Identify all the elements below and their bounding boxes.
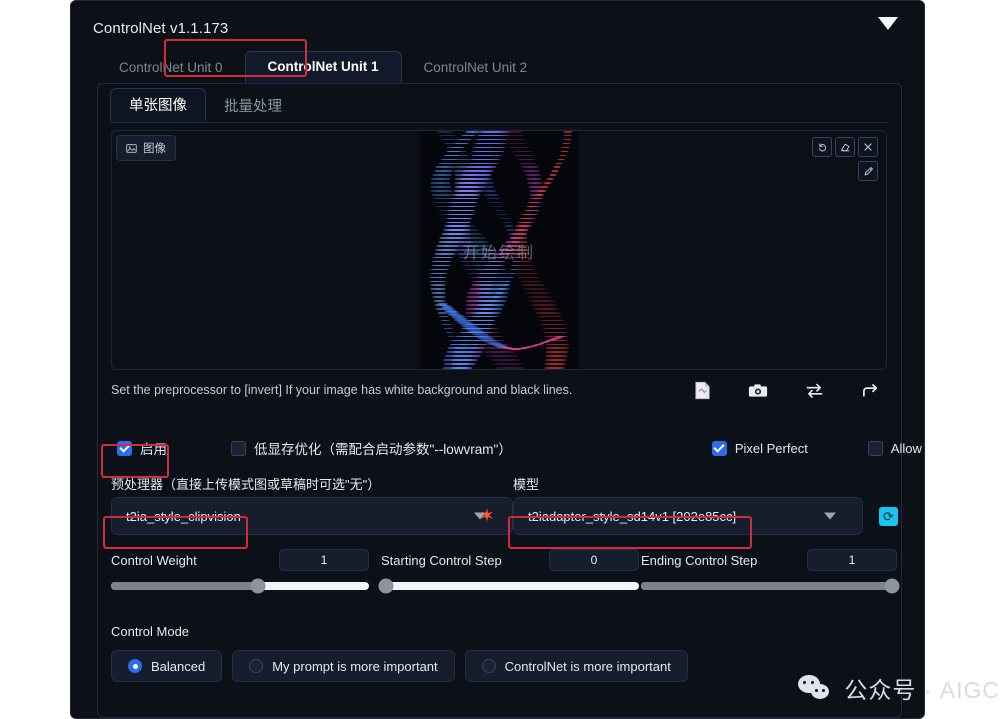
- tab-controlnet-unit-2[interactable]: ControlNet Unit 2: [402, 53, 550, 83]
- image-tool-group: [812, 137, 878, 181]
- preprocessor-label: 预处理器（直接上传模式图或草稿时可选"无"）: [111, 477, 381, 492]
- radio-controlnet-important-label: ControlNet is more important: [504, 658, 671, 674]
- radio-controlnet-important[interactable]: ControlNet is more important: [464, 650, 688, 682]
- tab-batch-process[interactable]: 批量处理: [206, 90, 300, 122]
- control-weight-group: Control Weight 1: [111, 549, 369, 594]
- starting-control-step-slider[interactable]: [378, 578, 639, 594]
- screenshot-root: ControlNet v1.1.173 ControlNet Unit 0 Co…: [0, 0, 1000, 719]
- preprocessor-hint-row: Set the preprocessor to [invert] If your…: [98, 379, 887, 409]
- camera-icon[interactable]: [747, 379, 769, 401]
- control-weight-value[interactable]: 1: [279, 549, 369, 571]
- spark-icon[interactable]: ✶: [479, 507, 495, 526]
- checkbox-allow-preview[interactable]: Allow Preview: [867, 440, 924, 456]
- ending-control-step-group: Ending Control Step 1: [641, 549, 900, 594]
- balanced-radio-dot[interactable]: [128, 659, 142, 673]
- file-image-icon[interactable]: [691, 379, 713, 401]
- hint-icon-group: [691, 379, 881, 401]
- starting-control-step-group: Starting Control Step 0: [378, 549, 639, 594]
- ending-control-step-label: Ending Control Step: [641, 552, 758, 568]
- preprocessor-group: 预处理器（直接上传模式图或草稿时可选"无"） t2ia_style_clipvi…: [111, 474, 513, 535]
- sub-tab-bar: 单张图像 批量处理: [110, 88, 300, 122]
- eraser-icon[interactable]: [835, 137, 855, 157]
- model-value: t2iadapter_style_sd14v1 [202e85cc]: [528, 508, 737, 524]
- unit-content-frame: 单张图像 批量处理 图像 开始绘制 Set the preprocessor t…: [97, 83, 924, 718]
- image-preview: 开始绘制: [419, 131, 579, 369]
- preprocessor-hint-text: Set the preprocessor to [invert] If your…: [111, 383, 573, 397]
- tab-single-image[interactable]: 单张图像: [110, 88, 206, 122]
- watermark-text: 公众号 · AIGC: [844, 677, 1000, 703]
- radio-balanced[interactable]: Balanced: [111, 650, 223, 682]
- enable-checkbox-box[interactable]: [117, 440, 132, 456]
- checkbox-pixel-perfect[interactable]: Pixel Perfect: [711, 440, 808, 456]
- lowvram-checkbox-box[interactable]: [231, 440, 246, 456]
- control-weight-slider[interactable]: [111, 578, 369, 594]
- image-badge: 图像: [116, 135, 176, 161]
- control-mode-label: Control Mode: [111, 624, 190, 639]
- starting-control-step-knob[interactable]: [378, 578, 394, 594]
- tab-controlnet-unit-1[interactable]: ControlNet Unit 1: [244, 51, 402, 83]
- wechat-icon: [798, 675, 832, 701]
- unit-tab-bar: ControlNet Unit 0 ControlNet Unit 1 Cont…: [97, 49, 902, 83]
- swap-arrows-icon[interactable]: [803, 379, 825, 401]
- ending-control-step-value[interactable]: 1: [807, 549, 897, 571]
- ending-control-step-knob[interactable]: [884, 578, 900, 594]
- radio-balanced-label: Balanced: [151, 658, 206, 674]
- image-icon: [126, 143, 137, 154]
- model-dropdown[interactable]: t2iadapter_style_sd14v1 [202e85cc]: [513, 497, 863, 535]
- chevron-down-icon[interactable]: [878, 17, 898, 30]
- undo-icon[interactable]: [812, 137, 832, 157]
- checkbox-enable-label: 启用: [140, 442, 167, 457]
- close-icon[interactable]: [858, 137, 878, 157]
- my-prompt-radio-dot[interactable]: [249, 659, 264, 673]
- artwork-overlay-label: 开始绘制: [462, 245, 535, 262]
- model-group: 模型 t2iadapter_style_sd14v1 [202e85cc] ⟳: [513, 474, 898, 535]
- page-title: ControlNet v1.1.173: [93, 20, 229, 37]
- refresh-icon[interactable]: ⟳: [879, 507, 898, 526]
- starting-control-step-value[interactable]: 0: [549, 549, 639, 571]
- controlnet-important-radio-dot[interactable]: [481, 659, 496, 673]
- tab-controlnet-unit-0[interactable]: ControlNet Unit 0: [97, 53, 245, 83]
- starting-control-step-label: Starting Control Step: [381, 552, 502, 568]
- checkbox-lowvram[interactable]: 低显存优化（需配合启动参数"--lowvram"）: [231, 438, 512, 458]
- slider-row: Control Weight 1 Starting Control Step 0: [111, 549, 900, 604]
- pixel-perfect-checkbox-box[interactable]: [711, 440, 727, 456]
- controlnet-panel: ControlNet v1.1.173 ControlNet Unit 0 Co…: [70, 0, 925, 719]
- control-weight-knob[interactable]: [250, 578, 266, 594]
- options-checkbox-row: 启用 低显存优化（需配合启动参数"--lowvram"） Pixel Perfe…: [111, 432, 924, 464]
- preprocessor-dropdown[interactable]: t2ia_style_clipvision: [111, 497, 513, 535]
- model-label: 模型: [513, 477, 540, 492]
- watermark: 公众号 · AIGC: [798, 671, 1000, 705]
- checkbox-enable[interactable]: 启用: [117, 438, 167, 458]
- model-selection-row: 预处理器（直接上传模式图或草稿时可选"无"） t2ia_style_clipvi…: [111, 474, 898, 546]
- pen-icon[interactable]: [858, 161, 878, 181]
- allow-preview-checkbox-box[interactable]: [867, 440, 883, 456]
- checkbox-allow-preview-label: Allow Preview: [890, 440, 924, 456]
- send-arrow-icon[interactable]: [859, 379, 881, 401]
- image-dropzone[interactable]: 图像 开始绘制: [111, 130, 887, 370]
- chevron-down-icon[interactable]: [824, 512, 836, 520]
- checkbox-pixel-perfect-label: Pixel Perfect: [734, 440, 808, 456]
- radio-my-prompt-important-label: My prompt is more important: [272, 658, 438, 674]
- control-mode-options: Balanced My prompt is more important Con…: [111, 650, 887, 682]
- image-badge-label: 图像: [143, 143, 166, 155]
- control-weight-label: Control Weight: [111, 552, 197, 568]
- ending-control-step-slider[interactable]: [641, 578, 900, 594]
- radio-my-prompt-important[interactable]: My prompt is more important: [232, 650, 455, 682]
- checkbox-lowvram-label: 低显存优化（需配合启动参数"--lowvram"）: [254, 442, 512, 457]
- preprocessor-value: t2ia_style_clipvision: [126, 508, 241, 524]
- sub-tab-divider: [110, 122, 887, 123]
- control-mode-section: Control Mode Balanced My prompt is more …: [111, 624, 887, 682]
